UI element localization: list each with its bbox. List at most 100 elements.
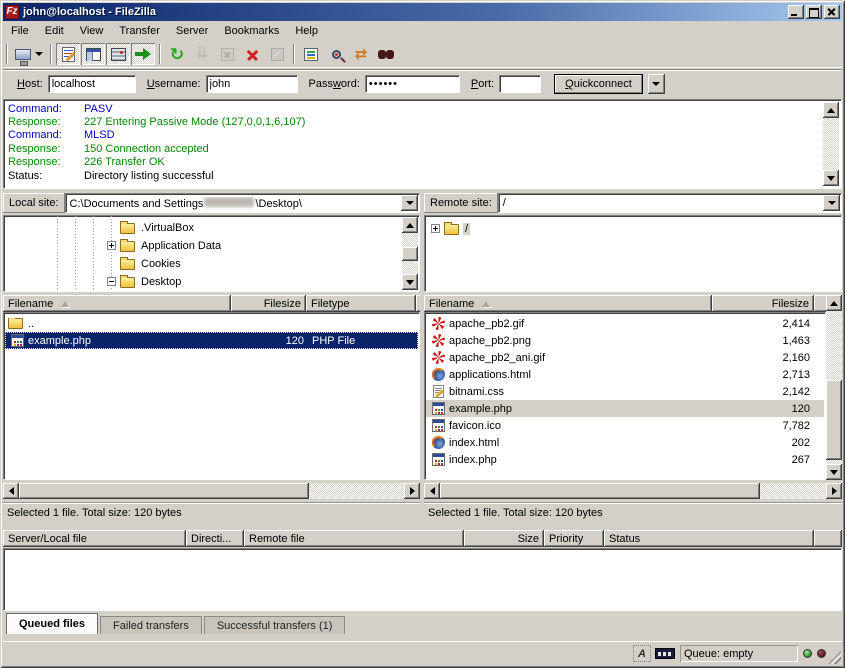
quickconnect-dropdown-button[interactable]: [648, 74, 665, 94]
column-header-remote-file[interactable]: Remote file: [244, 530, 464, 547]
local-horizontal-scrollbar[interactable]: [3, 483, 420, 499]
scroll-up-button[interactable]: [402, 217, 418, 233]
collapse-minus-icon[interactable]: [107, 277, 116, 286]
refresh-button[interactable]: ↻: [165, 43, 189, 65]
transfer-queue: Server/Local file Directi... Remote file…: [3, 530, 842, 611]
file-row-example-php[interactable]: example.php120: [426, 400, 824, 417]
filters-button[interactable]: [299, 43, 323, 65]
remote-list-scrollbar[interactable]: [826, 295, 842, 480]
image-file-icon: [432, 317, 445, 330]
menu-file[interactable]: File: [3, 22, 37, 40]
scroll-down-button[interactable]: [402, 274, 418, 290]
resize-grip[interactable]: [828, 651, 841, 664]
tab-successful-transfers[interactable]: Successful transfers (1): [204, 616, 346, 634]
scroll-right-button[interactable]: [826, 483, 842, 499]
column-header-filesize[interactable]: Filesize: [712, 295, 814, 312]
title-bar: Fz john@localhost - FileZilla: [3, 3, 842, 21]
local-site-dropdown-button[interactable]: [401, 195, 418, 211]
tab-queued-files[interactable]: Queued files: [6, 613, 98, 634]
scroll-track[interactable]: [823, 118, 839, 170]
column-header-server-local-file[interactable]: Server/Local file: [3, 530, 186, 547]
scroll-down-button[interactable]: [826, 464, 842, 480]
file-row[interactable]: apache_pb2_ani.gif2,160: [426, 349, 824, 366]
arrow-up-icon: [406, 223, 414, 228]
column-header-filetype[interactable]: Filetype: [306, 295, 416, 312]
port-input[interactable]: [499, 75, 541, 93]
tree-item-desktop[interactable]: Desktop: [107, 273, 183, 290]
filters-icon: [304, 48, 318, 61]
scroll-down-button[interactable]: [823, 170, 839, 186]
tree-item-root[interactable]: /: [431, 220, 470, 237]
scroll-right-button[interactable]: [404, 483, 420, 499]
scroll-left-button[interactable]: [424, 483, 440, 499]
disconnect-icon: [245, 48, 260, 61]
column-header-filename[interactable]: Filename: [3, 295, 231, 312]
column-header-priority[interactable]: Priority: [544, 530, 604, 547]
column-header-filesize[interactable]: Filesize: [231, 295, 306, 312]
file-row[interactable]: bitnami.css2,142: [426, 383, 824, 400]
file-row[interactable]: apache_pb2.gif2,414: [426, 315, 824, 332]
file-row[interactable]: applications.html2,713: [426, 366, 824, 383]
directory-comparison-button[interactable]: [324, 43, 348, 65]
menu-bookmarks[interactable]: Bookmarks: [216, 22, 287, 40]
toggle-remote-tree-button[interactable]: [106, 43, 130, 65]
disconnect-button[interactable]: [240, 43, 264, 65]
file-row[interactable]: index.php267: [426, 451, 824, 468]
menu-edit[interactable]: Edit: [37, 22, 72, 40]
remote-site-dropdown-button[interactable]: [823, 195, 840, 211]
speed-limits-indicator-icon[interactable]: [655, 648, 675, 659]
local-site-combobox[interactable]: C:\Documents and Settings\Desktop\: [65, 193, 420, 213]
username-input[interactable]: [206, 75, 298, 93]
file-row-parent[interactable]: ..: [5, 315, 418, 332]
process-queue-button[interactable]: ⇊: [190, 43, 214, 65]
minimize-button[interactable]: [788, 5, 804, 19]
process-queue-icon: ⇊: [195, 46, 208, 62]
file-row[interactable]: index.html202: [426, 434, 824, 451]
quickconnect-button[interactable]: Quickconnect: [554, 74, 643, 94]
scroll-up-button[interactable]: [826, 295, 842, 311]
column-header-status[interactable]: Status: [604, 530, 814, 547]
toggle-message-log-button[interactable]: [56, 43, 80, 65]
remote-file-list: apache_pb2.gif2,414 apache_pb2.png1,463 …: [424, 312, 826, 480]
menu-transfer[interactable]: Transfer: [111, 22, 168, 40]
file-row-example-php[interactable]: example.php 120 PHP File 1: [5, 332, 418, 349]
menu-help[interactable]: Help: [287, 22, 326, 40]
filezilla-logo-icon[interactable]: Fz: [5, 5, 19, 19]
menu-view[interactable]: View: [72, 22, 112, 40]
expand-plus-icon[interactable]: [107, 241, 116, 250]
tree-item-application-data[interactable]: Application Data: [107, 237, 223, 254]
scroll-thumb[interactable]: [440, 483, 760, 499]
menu-server[interactable]: Server: [168, 22, 216, 40]
maximize-button[interactable]: [806, 5, 822, 19]
tree-item-virtualbox[interactable]: .VirtualBox: [107, 219, 196, 236]
close-button[interactable]: [824, 5, 840, 19]
host-input[interactable]: [48, 75, 136, 93]
log-scrollbar[interactable]: [823, 102, 839, 186]
scroll-thumb[interactable]: [402, 247, 418, 261]
scroll-thumb[interactable]: [826, 380, 842, 460]
remote-horizontal-scrollbar[interactable]: [424, 483, 842, 499]
tab-failed-transfers[interactable]: Failed transfers: [100, 616, 202, 634]
password-input[interactable]: [365, 75, 460, 93]
remote-site-combobox[interactable]: /: [498, 193, 842, 213]
file-row[interactable]: apache_pb2.png1,463: [426, 332, 824, 349]
column-header-direction[interactable]: Directi...: [186, 530, 244, 547]
expand-plus-icon[interactable]: [431, 224, 440, 233]
remote-pane: Remote site: / / Filename Filesize apach…: [424, 190, 842, 522]
local-tree-scrollbar[interactable]: [402, 217, 418, 290]
column-header-filename[interactable]: Filename: [424, 295, 712, 312]
scroll-thumb[interactable]: [19, 483, 309, 499]
transfer-type-indicator-icon[interactable]: A: [634, 646, 650, 661]
cancel-operation-button[interactable]: [215, 43, 239, 65]
toggle-local-tree-button[interactable]: [81, 43, 105, 65]
synchronized-browsing-button[interactable]: ⇄: [349, 43, 373, 65]
reconnect-button[interactable]: ✓: [265, 43, 289, 65]
scroll-left-button[interactable]: [3, 483, 19, 499]
toggle-transfer-queue-button[interactable]: [131, 43, 155, 65]
scroll-up-button[interactable]: [823, 102, 839, 118]
column-header-size[interactable]: Size: [464, 530, 544, 547]
find-files-button[interactable]: [374, 43, 398, 65]
file-row[interactable]: favicon.ico7,782: [426, 417, 824, 434]
tree-item-cookies[interactable]: Cookies: [107, 255, 183, 272]
site-manager-button[interactable]: [12, 43, 46, 65]
